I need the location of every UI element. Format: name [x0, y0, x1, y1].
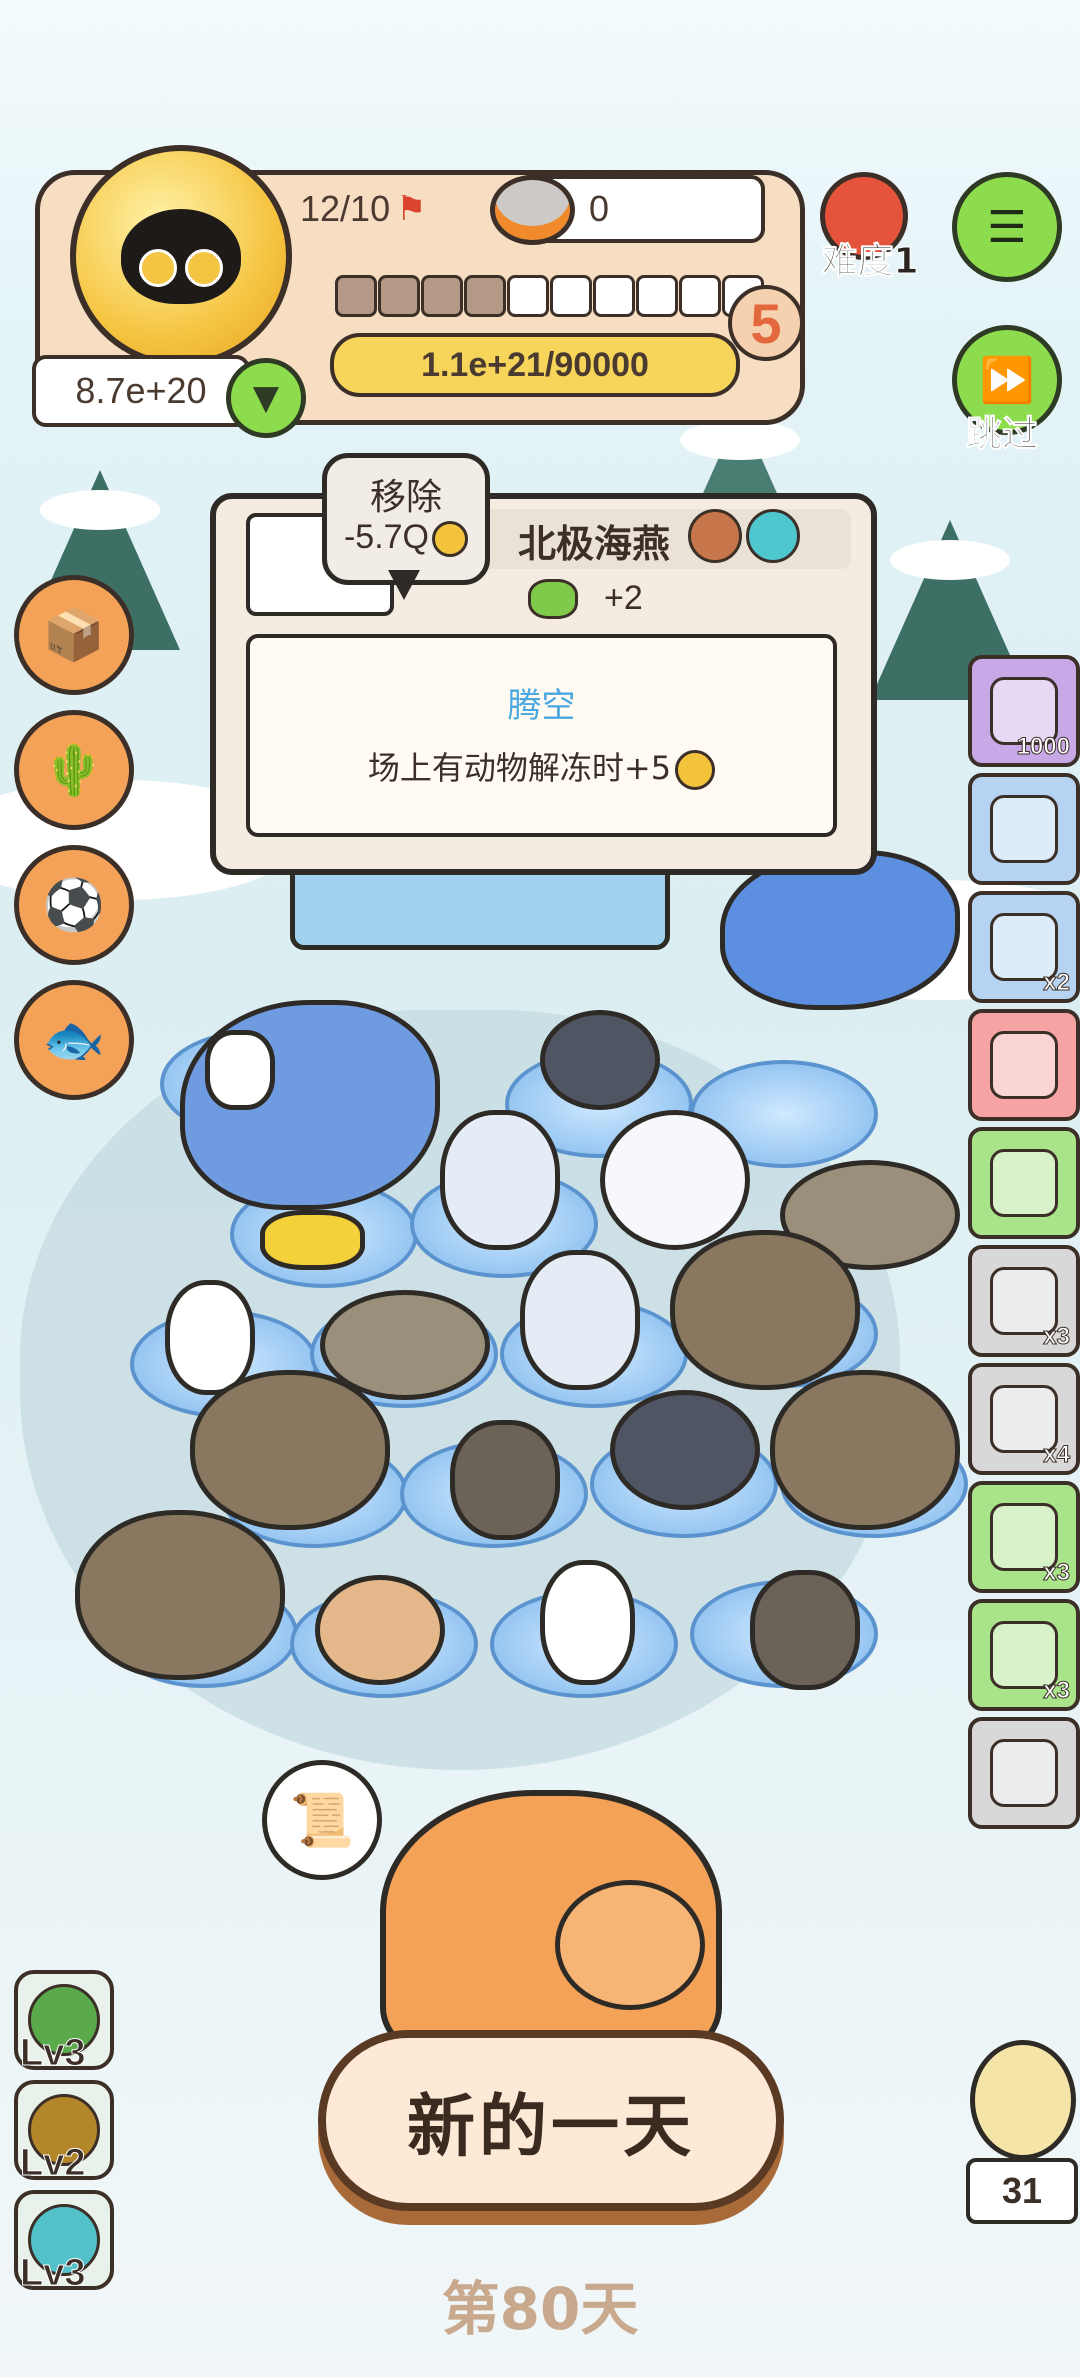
remove-label: 移除 — [369, 477, 442, 518]
level-badge-label: Lv3 — [19, 2032, 86, 2075]
level-segment — [421, 275, 463, 317]
hare-animal[interactable] — [450, 1420, 560, 1540]
skill-name: 腾空 — [507, 686, 576, 726]
owl-helper[interactable]: 31 — [966, 2040, 1078, 2224]
fast-forward-icon: ⏩ — [979, 355, 1035, 406]
item-slot[interactable] — [968, 1717, 1080, 1829]
hare-animal[interactable] — [750, 1570, 860, 1690]
coin-display: 8.7e+20 — [32, 355, 250, 427]
player-avatar[interactable] — [70, 145, 292, 367]
black-cat-icon — [121, 208, 241, 304]
level-segment — [335, 275, 377, 317]
sea-otter-animal[interactable] — [540, 1010, 660, 1110]
skip-label: 跳过 — [965, 414, 1038, 456]
coin-value-text: 8.7e+20 — [75, 370, 207, 411]
food-can-icon — [490, 175, 575, 245]
shiba-face-icon — [555, 1880, 705, 2010]
butter-item[interactable] — [260, 1210, 365, 1270]
animal-name: 北极海燕 — [518, 522, 671, 566]
beach-ball-icon: ⚽ — [42, 875, 106, 934]
ice-skate-icon — [990, 795, 1058, 863]
item-count: x4 — [1043, 1441, 1071, 1469]
level-badge-label: Lv3 — [19, 2252, 86, 2295]
level-segment — [679, 275, 721, 317]
flag-icon: ⚑ — [396, 189, 427, 229]
certificate-bubble-icon[interactable]: 📜 — [262, 1760, 382, 1880]
capacity-display: 12/10 ⚑ — [290, 175, 460, 243]
level-badge: 5 — [728, 285, 804, 361]
level-segment — [507, 275, 549, 317]
ice-trait-icon — [746, 509, 800, 563]
arctic-hare-animal[interactable] — [440, 1110, 560, 1250]
dropdown-icon[interactable]: ▼ — [226, 358, 306, 438]
item-count: x3 — [1043, 1559, 1071, 1587]
item-slot[interactable]: x4 — [968, 1363, 1080, 1475]
capacity-text: 12/10 — [300, 188, 391, 229]
list-icon: ☰ — [987, 201, 1027, 253]
animal-info-tooltip: 北极海燕 +2 腾空 场上有动物解冻时+5 — [210, 493, 877, 875]
red-fish-icon: 🐟 — [42, 1010, 106, 1069]
experience-bar: 1.1e+21/90000 — [330, 333, 740, 397]
gingerbread-icon — [990, 1031, 1058, 1099]
item-count: x2 — [1043, 969, 1071, 997]
item-slot[interactable] — [968, 1127, 1080, 1239]
box-tool-button[interactable]: 📦 — [14, 575, 134, 695]
arctic-fox-animal[interactable] — [600, 1110, 750, 1250]
bubble-tail — [388, 570, 420, 600]
walrus-animal[interactable] — [75, 1510, 285, 1680]
item-count: x3 — [1043, 1677, 1071, 1705]
paw-coin-icon — [675, 750, 716, 790]
new-day-button[interactable]: 新的一天 — [318, 2030, 784, 2211]
paw-coin-icon — [432, 521, 469, 558]
item-count: 1000 — [1016, 733, 1070, 761]
new-day-label: 新的一天 — [406, 2088, 695, 2167]
item-slot[interactable]: x3 — [968, 1245, 1080, 1357]
feather-icon — [990, 1739, 1058, 1807]
item-count: x3 — [1043, 1323, 1071, 1351]
cactus-icon: 🌵 — [42, 740, 106, 799]
level-number: 5 — [750, 291, 782, 355]
walrus-animal[interactable] — [670, 1230, 860, 1390]
arctic-hare-animal[interactable] — [520, 1250, 640, 1390]
owl-count: 31 — [1001, 2170, 1043, 2211]
skill-box: 腾空 场上有动物解冻时+5 — [246, 634, 837, 837]
item-slot[interactable] — [968, 1009, 1080, 1121]
moon-trait-icon — [688, 509, 742, 563]
snow-globe-icon — [990, 1149, 1058, 1217]
food-count-text: 0 — [589, 188, 610, 229]
walrus-animal[interactable] — [770, 1370, 960, 1530]
item-slot[interactable]: x2 — [968, 891, 1080, 1003]
level-segment — [378, 275, 420, 317]
level-segment — [593, 275, 635, 317]
walrus-animal[interactable] — [190, 1370, 390, 1530]
penguin-animal[interactable] — [540, 1560, 635, 1685]
food-bonus-text: +2 — [604, 579, 643, 617]
food-bonus-icon — [528, 579, 578, 619]
level-segment — [464, 275, 506, 317]
item-slot[interactable]: x3 — [968, 1481, 1080, 1593]
owl-icon — [970, 2040, 1076, 2160]
ball-tool-button[interactable]: ⚽ — [14, 845, 134, 965]
experience-text: 1.1e+21/90000 — [421, 345, 649, 384]
sea-otter-animal[interactable] — [610, 1390, 760, 1510]
item-slot[interactable]: 1000 — [968, 655, 1080, 767]
day-label: 第80天 — [441, 2275, 639, 2343]
fish-tool-button[interactable]: 🐟 — [14, 980, 134, 1100]
level-badge-label: Lv2 — [19, 2142, 86, 2185]
item-slot[interactable] — [968, 773, 1080, 885]
cactus-tool-button[interactable]: 🌵 — [14, 710, 134, 830]
level-segment — [636, 275, 678, 317]
cardboard-box-icon: 📦 — [42, 605, 106, 664]
remove-button[interactable]: 移除 -5.7Q — [322, 453, 490, 585]
item-slot[interactable]: x3 — [968, 1599, 1080, 1711]
difficulty-label: 难度1 — [821, 241, 919, 283]
penguin-animal[interactable] — [205, 1030, 275, 1110]
level-segment — [550, 275, 592, 317]
hamster-animal[interactable] — [315, 1575, 445, 1685]
menu-button[interactable]: ☰ — [952, 172, 1062, 282]
remove-cost: -5.7Q — [327, 518, 485, 558]
skill-description: 场上有动物解冻时+5 — [250, 743, 833, 790]
